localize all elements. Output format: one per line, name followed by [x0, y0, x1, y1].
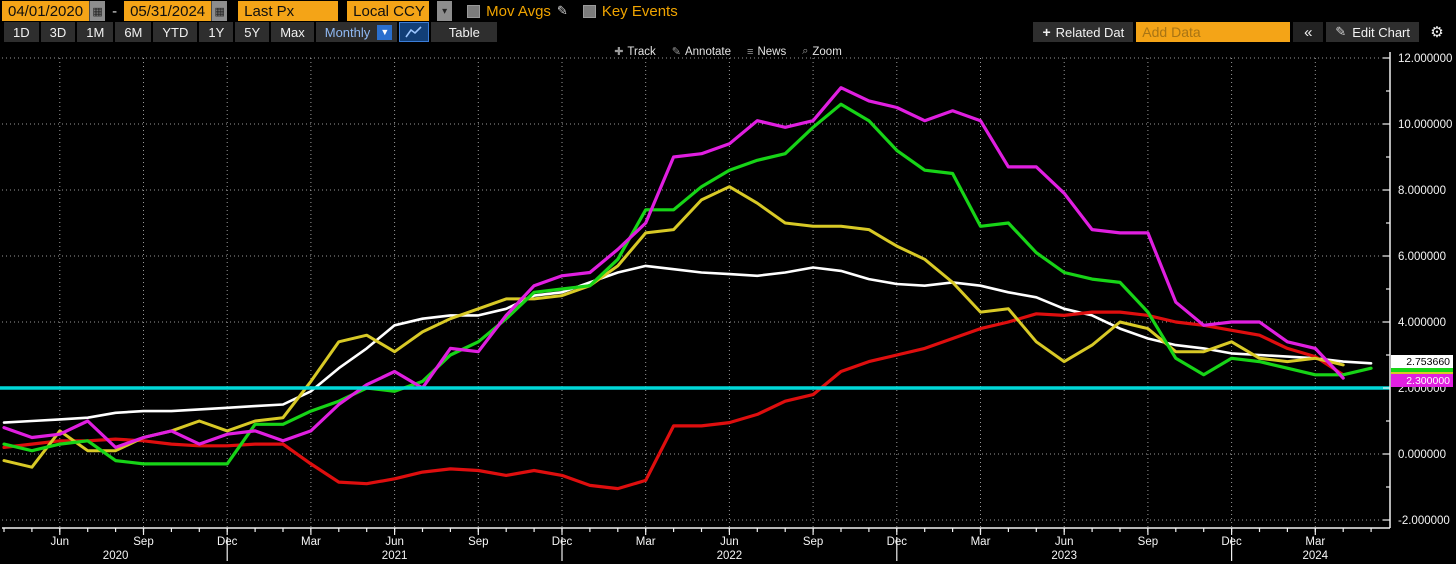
related-data-button[interactable]: + Related Dat: [1033, 22, 1133, 42]
x-axis-year-label: 2023: [1051, 550, 1077, 562]
edit-chart-button[interactable]: ✎ Edit Chart: [1326, 22, 1419, 42]
range-button-3d[interactable]: 3D: [41, 22, 76, 42]
chart-toolbar: 1D3D1M6MYTD1Y5YMax Monthly ▼ Table + Rel…: [0, 22, 1456, 42]
x-axis-month-label: Sep: [803, 536, 823, 548]
chart-tool-track[interactable]: ✚ Track: [614, 45, 656, 58]
key-events-toggle[interactable]: Key Events: [583, 3, 678, 20]
mov-avgs-checkbox[interactable]: [467, 5, 480, 18]
range-button-1d[interactable]: 1D: [4, 22, 39, 42]
add-data-input[interactable]: [1136, 22, 1290, 42]
related-data-label: Related Dat: [1056, 25, 1125, 40]
end-date-value[interactable]: 05/31/2024: [124, 1, 211, 21]
x-axis-year-label: 2020: [103, 550, 129, 562]
date-range-separator: -: [112, 3, 117, 20]
currency-dropdown-arrow-icon[interactable]: ▾: [437, 1, 452, 21]
price-type-value[interactable]: Last Px: [238, 1, 338, 21]
mov-avgs-label: Mov Avgs: [486, 3, 551, 20]
x-axis-month-label: Mar: [636, 536, 656, 548]
x-axis-month-label: Jun: [720, 536, 739, 548]
range-button-max[interactable]: Max: [271, 22, 314, 42]
range-button-5y[interactable]: 5Y: [235, 22, 269, 42]
currency-field[interactable]: Local CCY: [347, 1, 429, 21]
zoom-icon: ⌕: [802, 45, 808, 58]
gear-icon: ⚙: [1430, 23, 1443, 41]
chart-area: ✚ Track ✎ Annotate ≡ News ⌕ Zoom 12.00000010.00…: [0, 42, 1456, 564]
chart-tool-label: Annotate: [685, 46, 731, 58]
x-axis-year-label: 2022: [717, 550, 743, 562]
x-axis-month-label: Jun: [1055, 536, 1074, 548]
key-events-checkbox[interactable]: [583, 5, 596, 18]
price-label-white: 2.753660: [1391, 355, 1453, 368]
track-icon: ✚: [614, 45, 623, 58]
double-chevron-left-icon: «: [1304, 24, 1312, 41]
period-label: Monthly: [325, 25, 371, 40]
chart-tool-news[interactable]: ≡ News: [747, 45, 786, 58]
x-axis-month-label: Mar: [301, 536, 321, 548]
range-button-1y[interactable]: 1Y: [199, 22, 233, 42]
end-date-field[interactable]: 05/31/2024 ▦: [124, 1, 227, 21]
x-axis-month-label: Jun: [385, 536, 404, 548]
news-icon: ≡: [747, 46, 753, 58]
toolbar-right-group: + Related Dat « ✎ Edit Chart ⚙: [1033, 22, 1452, 42]
line-chart-type-button[interactable]: [399, 22, 429, 42]
calendar-icon[interactable]: ▦: [211, 1, 227, 21]
x-axis-month-label: Sep: [133, 536, 153, 548]
pencil-icon: ✎: [1335, 24, 1346, 40]
pencil-icon[interactable]: ✎: [557, 3, 568, 19]
price-chart-canvas[interactable]: 12.00000010.0000008.0000006.0000004.0000…: [0, 42, 1456, 564]
annotate-icon: ✎: [672, 45, 681, 58]
x-axis-month-label: Mar: [1305, 536, 1325, 548]
chart-tool-label: News: [757, 46, 786, 58]
range-button-6m[interactable]: 6M: [115, 22, 151, 42]
top-control-bar: 04/01/2020 ▦ - 05/31/2024 ▦ Last Px Loca…: [0, 0, 1456, 22]
x-axis-month-label: Sep: [468, 536, 488, 548]
chevron-down-icon: ▼: [377, 25, 392, 40]
start-date-field[interactable]: 04/01/2020 ▦: [2, 1, 105, 21]
chart-tool-label: Zoom: [812, 46, 841, 58]
x-axis-month-label: Mar: [971, 536, 991, 548]
plus-icon: +: [1042, 24, 1050, 40]
last-price-labels: 2.300000 2.753660: [1391, 42, 1455, 564]
range-button-group: 1D3D1M6MYTD1Y5YMax: [4, 22, 314, 42]
settings-button[interactable]: ⚙: [1422, 22, 1452, 42]
period-dropdown[interactable]: Monthly ▼: [316, 22, 398, 42]
key-events-label: Key Events: [602, 3, 678, 20]
table-button-label: Table: [449, 25, 480, 40]
price-type-field[interactable]: Last Px: [238, 1, 338, 21]
chart-tool-annotate[interactable]: ✎ Annotate: [672, 45, 731, 58]
x-axis-year-label: 2024: [1303, 550, 1329, 562]
series-magenta-line: [4, 88, 1343, 448]
edit-chart-label: Edit Chart: [1352, 25, 1410, 40]
line-chart-icon: [405, 25, 423, 39]
series-red-line: [4, 312, 1343, 489]
collapse-panel-button[interactable]: «: [1293, 22, 1323, 42]
x-axis-month-label: Jun: [51, 536, 70, 548]
table-button[interactable]: Table: [431, 22, 497, 42]
chart-tool-label: Track: [627, 46, 655, 58]
price-label-magenta: 2.300000: [1391, 374, 1453, 387]
chart-tools-menu: ✚ Track ✎ Annotate ≡ News ⌕ Zoom: [614, 45, 842, 58]
x-axis-month-label: Sep: [1138, 536, 1158, 548]
x-axis-year-label: 2021: [382, 550, 408, 562]
range-button-ytd[interactable]: YTD: [153, 22, 197, 42]
start-date-value[interactable]: 04/01/2020: [2, 1, 89, 21]
chart-tool-zoom[interactable]: ⌕ Zoom: [802, 45, 842, 58]
mov-avgs-toggle[interactable]: Mov Avgs ✎: [467, 3, 568, 20]
currency-value[interactable]: Local CCY: [347, 1, 429, 21]
calendar-icon[interactable]: ▦: [89, 1, 105, 21]
range-button-1m[interactable]: 1M: [77, 22, 113, 42]
